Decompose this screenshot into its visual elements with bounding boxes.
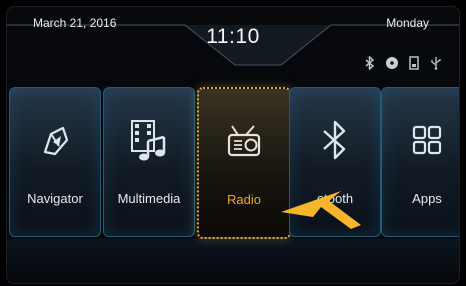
tile-label: Radio [227,192,261,207]
tile-label: Navigator [27,191,83,206]
bluetooth-icon [290,118,380,162]
bluetooth-icon [363,55,377,71]
bottom-reflection [7,239,459,283]
tile-multimedia[interactable]: Multimedia [103,87,195,237]
status-icons [363,55,443,71]
app-launcher: Navigator Multimedia Radio etooth Apps [7,87,459,239]
head-unit-screen: March 21, 2016 11:10 Monday Navigator Mu… [6,6,460,284]
day-label: Monday [386,16,429,30]
tile-navigator[interactable]: Navigator [9,87,101,237]
multimedia-icon [104,118,194,162]
apps-grid-icon [382,118,459,162]
navigation-icon [10,118,100,162]
pointer-arrow-icon [281,191,361,229]
usb-icon [429,55,443,71]
tile-label: Apps [412,191,442,206]
radio-icon [199,119,289,163]
tile-label: Multimedia [117,191,181,206]
disc-icon [385,55,399,71]
tile-apps[interactable]: Apps [381,87,459,237]
sd-card-icon [407,55,421,71]
